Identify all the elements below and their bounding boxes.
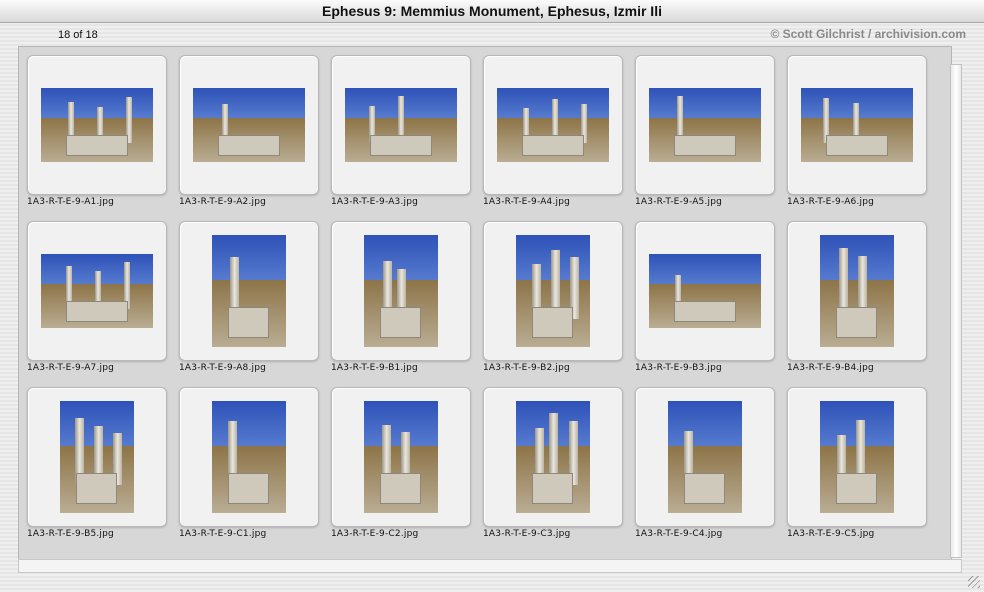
slide-item[interactable]: 1A3-R-T-E-9-B3.jpg — [627, 221, 779, 381]
slide-item[interactable]: 1A3-R-T-E-9-A2.jpg — [171, 55, 323, 215]
slide-item[interactable]: 1A3-R-T-E-9-A7.jpg — [19, 221, 171, 381]
image-count: 18 of 18 — [58, 29, 98, 41]
thumbnail-image[interactable] — [60, 401, 134, 513]
slide-frame[interactable] — [27, 221, 167, 361]
slide-frame[interactable] — [27, 55, 167, 195]
slide-frame[interactable] — [331, 55, 471, 195]
slide-filename: 1A3-R-T-E-9-C4.jpg — [635, 529, 723, 539]
thumbnail-image[interactable] — [649, 88, 761, 162]
thumbnail-image[interactable] — [649, 254, 761, 328]
thumbnail-image[interactable] — [497, 88, 609, 162]
slide-grid: 1A3-R-T-E-9-A1.jpg 1A3-R-T-E-9-A2.jpg 1A3-… — [18, 46, 952, 560]
slide-filename: 1A3-R-T-E-9-A1.jpg — [27, 197, 115, 207]
thumbnail-image[interactable] — [41, 254, 153, 328]
slide-item[interactable]: 1A3-R-T-E-9-A8.jpg — [171, 221, 323, 381]
slide-item[interactable]: 1A3-R-T-E-9-B4.jpg — [779, 221, 931, 381]
thumbnail-image[interactable] — [345, 88, 457, 162]
thumbnail-image[interactable] — [193, 88, 305, 162]
slide-item[interactable]: 1A3-R-T-E-9-B5.jpg — [19, 387, 171, 547]
thumbnail-image[interactable] — [820, 401, 894, 513]
slide-frame[interactable] — [179, 221, 319, 361]
slide-filename: 1A3-R-T-E-9-B3.jpg — [635, 363, 722, 373]
thumbnail-image[interactable] — [364, 401, 438, 513]
thumbnail-image[interactable] — [212, 401, 286, 513]
slide-filename: 1A3-R-T-E-9-C1.jpg — [179, 529, 267, 539]
slide-frame[interactable] — [27, 387, 167, 527]
slide-frame[interactable] — [635, 221, 775, 361]
slide-item[interactable]: 1A3-R-T-E-9-A5.jpg — [627, 55, 779, 215]
slide-item[interactable]: 1A3-R-T-E-9-A4.jpg — [475, 55, 627, 215]
slide-filename: 1A3-R-T-E-9-A4.jpg — [483, 197, 571, 207]
slide-filename: 1A3-R-T-E-9-B2.jpg — [483, 363, 570, 373]
slide-filename: 1A3-R-T-E-9-A6.jpg — [787, 197, 875, 207]
slide-filename: 1A3-R-T-E-9-A5.jpg — [635, 197, 723, 207]
window-title: Ephesus 9: Memmius Monument, Ephesus, Iz… — [0, 0, 984, 23]
thumbnail-image[interactable] — [668, 401, 742, 513]
slide-filename: 1A3-R-T-E-9-A7.jpg — [27, 363, 115, 373]
slide-filename: 1A3-R-T-E-9-A3.jpg — [331, 197, 419, 207]
thumbnail-image[interactable] — [212, 235, 286, 347]
thumbnail-image[interactable] — [516, 235, 590, 347]
slide-frame[interactable] — [787, 387, 927, 527]
slide-filename: 1A3-R-T-E-9-C2.jpg — [331, 529, 419, 539]
copyright-notice: © Scott Gilchrist / archivision.com — [770, 27, 966, 41]
slide-filename: 1A3-R-T-E-9-B5.jpg — [27, 529, 114, 539]
slide-frame[interactable] — [787, 55, 927, 195]
resize-grip-icon[interactable] — [968, 576, 980, 588]
slide-item[interactable]: 1A3-R-T-E-9-A1.jpg — [19, 55, 171, 215]
slide-frame[interactable] — [635, 55, 775, 195]
slide-frame[interactable] — [331, 387, 471, 527]
slide-item[interactable]: 1A3-R-T-E-9-C5.jpg — [779, 387, 931, 547]
thumbnail-image[interactable] — [364, 235, 438, 347]
slide-frame[interactable] — [179, 387, 319, 527]
slide-frame[interactable] — [483, 387, 623, 527]
slide-item[interactable]: 1A3-R-T-E-9-C2.jpg — [323, 387, 475, 547]
slide-filename: 1A3-R-T-E-9-A2.jpg — [179, 197, 267, 207]
thumbnail-image[interactable] — [801, 88, 913, 162]
slide-item[interactable]: 1A3-R-T-E-9-A6.jpg — [779, 55, 931, 215]
slide-frame[interactable] — [635, 387, 775, 527]
status-strip — [18, 559, 962, 573]
thumbnail-image[interactable] — [516, 401, 590, 513]
slide-item[interactable]: 1A3-R-T-E-9-B1.jpg — [323, 221, 475, 381]
slide-item[interactable]: 1A3-R-T-E-9-C4.jpg — [627, 387, 779, 547]
slide-item[interactable]: 1A3-R-T-E-9-A3.jpg — [323, 55, 475, 215]
slide-item[interactable]: 1A3-R-T-E-9-B2.jpg — [475, 221, 627, 381]
slide-item[interactable]: 1A3-R-T-E-9-C1.jpg — [171, 387, 323, 547]
slide-filename: 1A3-R-T-E-9-A8.jpg — [179, 363, 267, 373]
slide-filename: 1A3-R-T-E-9-C5.jpg — [787, 529, 875, 539]
slide-frame[interactable] — [787, 221, 927, 361]
slide-filename: 1A3-R-T-E-9-C3.jpg — [483, 529, 571, 539]
slide-frame[interactable] — [331, 221, 471, 361]
slide-frame[interactable] — [179, 55, 319, 195]
slide-frame[interactable] — [483, 221, 623, 361]
slide-frame[interactable] — [483, 55, 623, 195]
slide-filename: 1A3-R-T-E-9-B1.jpg — [331, 363, 418, 373]
slide-item[interactable]: 1A3-R-T-E-9-C3.jpg — [475, 387, 627, 547]
thumbnail-image[interactable] — [41, 88, 153, 162]
vertical-scrollbar[interactable] — [950, 64, 962, 558]
thumbnail-image[interactable] — [820, 235, 894, 347]
slide-filename: 1A3-R-T-E-9-B4.jpg — [787, 363, 874, 373]
